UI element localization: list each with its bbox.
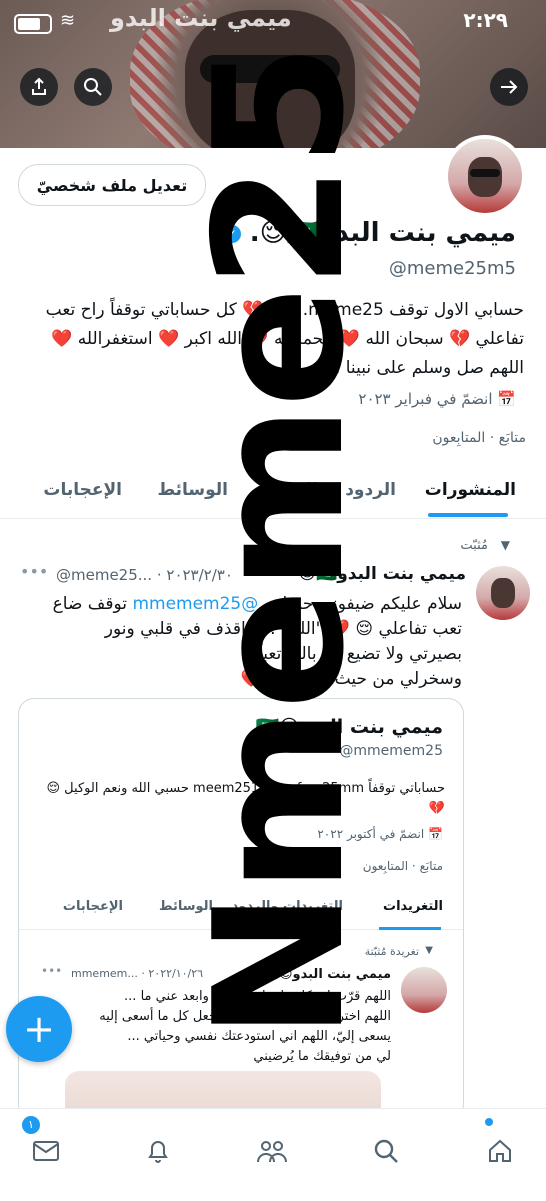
- followers-label[interactable]: المتابِعون: [432, 430, 485, 446]
- compose-button[interactable]: +: [6, 996, 72, 1062]
- card-following-label: متابَع: [419, 859, 443, 873]
- people-icon: [257, 1141, 287, 1163]
- home-icon: [489, 1139, 511, 1162]
- card-tweet-avatar: [401, 967, 447, 1013]
- card-pin-icon: ▼: [425, 945, 433, 956]
- bottom-navigation: [0, 1108, 546, 1201]
- status-time: ٢:٢٩: [463, 8, 508, 32]
- share-button[interactable]: [20, 68, 58, 106]
- calendar-icon: 📅: [497, 390, 516, 408]
- mail-icon: [33, 1141, 59, 1161]
- card-tab-tweets: التغريدات: [383, 899, 443, 914]
- status-bar: ≋ ميمي بنت البدو ٢:٢٩: [0, 0, 546, 46]
- nav-notifications[interactable]: [138, 1131, 178, 1171]
- tweet-line-1-end: توقف ضاع: [52, 594, 128, 614]
- active-tab-indicator: [428, 513, 508, 517]
- tweet-avatar[interactable]: [476, 566, 530, 620]
- search-button[interactable]: [74, 68, 112, 106]
- plus-icon: +: [23, 1007, 55, 1051]
- tab-posts[interactable]: المنشورات: [425, 480, 516, 500]
- pin-icon: ▼: [500, 538, 510, 552]
- nav-communities[interactable]: [252, 1131, 292, 1171]
- search-icon: [374, 1139, 398, 1163]
- pinned-label: مُثبّت: [460, 538, 488, 553]
- tweet-avatar-face: [491, 578, 515, 608]
- follow-counts[interactable]: متابَع · المتابِعون: [432, 430, 526, 446]
- nav-home[interactable]: [480, 1131, 520, 1171]
- avatar-face: [468, 157, 502, 197]
- messages-badge: ١: [22, 1116, 40, 1134]
- avatar-glasses: [470, 169, 500, 177]
- status-title-overlay: ميمي بنت البدو: [110, 4, 292, 32]
- share-icon: [32, 77, 46, 95]
- battery-icon: [14, 14, 52, 34]
- card-tab-likes: الإعجابات: [62, 899, 123, 914]
- profile-avatar[interactable]: [444, 135, 526, 217]
- card-tweet-line-4: لي من توفيقك ما يُرضيني: [253, 1049, 391, 1064]
- back-button[interactable]: [490, 68, 528, 106]
- following-label[interactable]: متابَع: [499, 430, 526, 446]
- search-icon: [84, 78, 102, 96]
- card-tab-indicator: [379, 927, 441, 930]
- watermark-text: Nmeme25: [176, 44, 383, 1040]
- home-unread-dot: [485, 1118, 493, 1126]
- card-more-icon: •••: [41, 964, 63, 978]
- more-options-icon[interactable]: •••: [20, 562, 48, 581]
- bell-icon: [148, 1141, 168, 1163]
- profile-handle: @meme25m5: [388, 258, 516, 279]
- nav-messages[interactable]: [26, 1131, 66, 1171]
- tab-likes[interactable]: الإعجابات: [43, 480, 122, 500]
- wifi-icon: ≋: [60, 10, 76, 31]
- card-calendar-icon: 📅: [428, 827, 443, 841]
- arrow-right-icon: [501, 80, 518, 94]
- nav-search[interactable]: [366, 1131, 406, 1171]
